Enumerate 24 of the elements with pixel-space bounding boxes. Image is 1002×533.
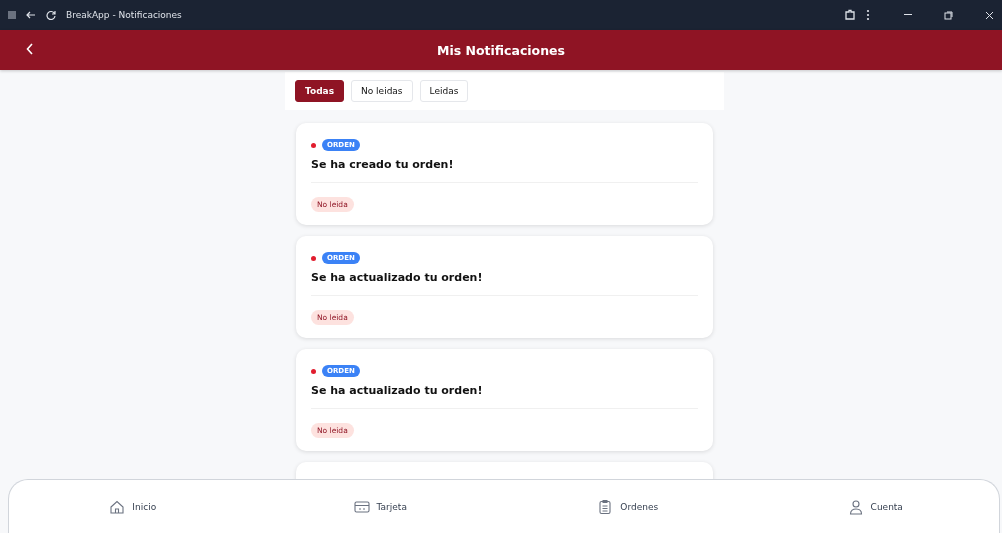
restore-icon[interactable] xyxy=(944,10,953,20)
nav-item[interactable]: Tarjeta xyxy=(350,495,410,518)
nav-item[interactable]: Cuenta xyxy=(844,495,906,518)
filter-tab[interactable]: Leidas xyxy=(419,80,469,102)
minimize-icon[interactable] xyxy=(904,14,912,16)
filter-tab[interactable]: Todas xyxy=(295,80,344,102)
extension-icon[interactable] xyxy=(844,9,856,21)
nav-item[interactable]: Ordenes xyxy=(594,495,662,518)
filter-tab[interactable]: No leidas xyxy=(351,80,413,102)
window-title: BreakApp - Notificaciones xyxy=(66,10,182,20)
page-title: Mis Notificaciones xyxy=(435,42,566,58)
nav-item[interactable]: Inicio xyxy=(106,495,160,518)
reload-icon[interactable] xyxy=(46,10,56,20)
more-icon[interactable] xyxy=(866,9,870,21)
close-icon[interactable] xyxy=(985,10,994,20)
notification-title: Se ha creado tu orden! xyxy=(311,158,455,173)
notification-title: Se ha actualizado tu orden! xyxy=(311,384,484,399)
back-icon[interactable] xyxy=(26,10,36,20)
home-icon xyxy=(109,498,126,515)
notification-title: Se ha actualizado tu orden! xyxy=(311,271,484,286)
card-icon xyxy=(353,498,370,515)
app-icon xyxy=(8,11,16,19)
clipboard-icon xyxy=(597,498,614,515)
person-icon xyxy=(847,498,864,515)
